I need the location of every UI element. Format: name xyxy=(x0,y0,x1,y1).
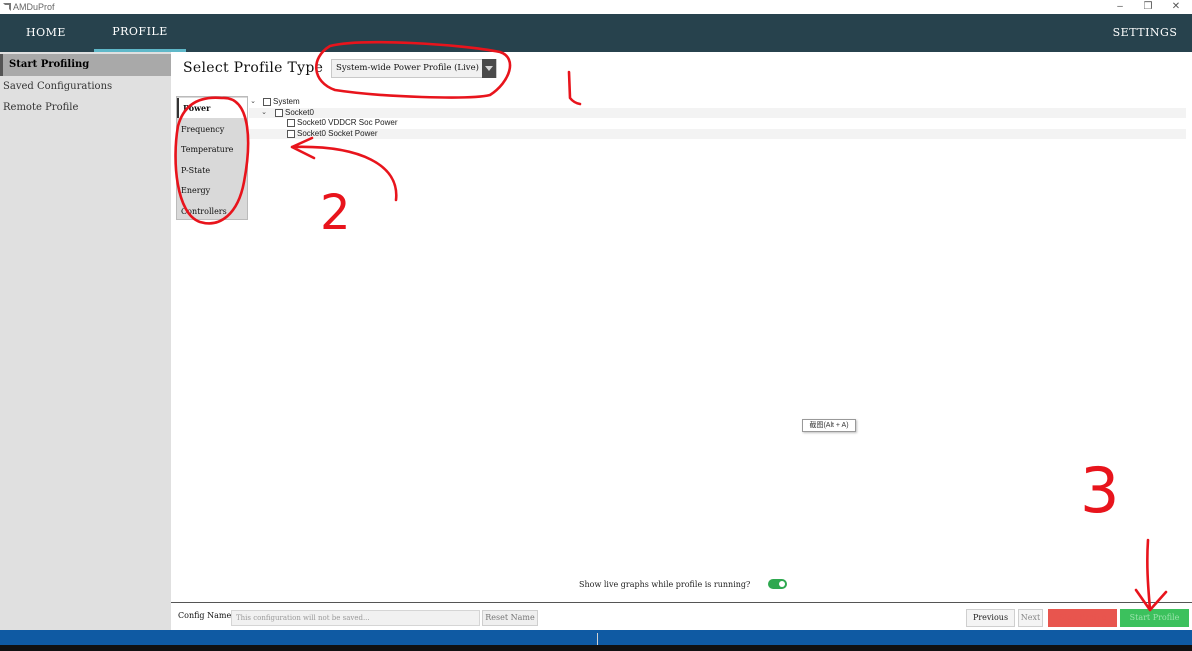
tree-row: Socket0 Socket Power xyxy=(249,128,1186,139)
sidebar: Start Profiling Saved Configurations Rem… xyxy=(0,52,171,630)
metric-tab-frequency[interactable]: Frequency xyxy=(177,120,247,140)
sidebar-item-remote-profile[interactable]: Remote Profile xyxy=(0,97,171,119)
profile-type-value: System-wide Power Profile (Live) xyxy=(336,63,479,73)
taskbar-divider xyxy=(597,633,598,645)
tree-checkbox[interactable] xyxy=(263,98,271,106)
config-name-input[interactable]: This configuration will not be saved... xyxy=(231,610,480,626)
tree-row: Socket0 VDDCR Soc Power xyxy=(249,118,1186,129)
window-title: AMDuProf xyxy=(13,2,55,12)
toggle-knob xyxy=(779,581,785,587)
main-panel: Select Profile Type System-wide Power Pr… xyxy=(171,52,1192,630)
tab-profile-label: PROFILE xyxy=(112,25,168,38)
tree-row: ⌄ Socket0 xyxy=(249,107,1186,119)
previous-button[interactable]: Previous xyxy=(966,609,1015,627)
sidebar-item-start-profiling[interactable]: Start Profiling xyxy=(0,54,171,76)
metric-tab-controllers[interactable]: Controllers xyxy=(177,202,247,222)
chevron-down-icon[interactable]: ⌄ xyxy=(249,97,257,108)
tree-row: ⌄ System xyxy=(249,97,1186,108)
metric-tab-energy[interactable]: Energy xyxy=(177,181,247,201)
footer-bar: Config Name This configuration will not … xyxy=(171,602,1192,630)
tree-checkbox[interactable] xyxy=(287,129,295,138)
minimize-button[interactable]: – xyxy=(1110,0,1130,14)
top-nav: HOME PROFILE SETTINGS xyxy=(0,14,1192,52)
chevron-down-icon[interactable]: ⌄ xyxy=(260,108,268,119)
counter-tree: ⌄ System ⌄ Socket0 Socket0 VDDCR Soc Pow… xyxy=(249,96,1186,141)
tree-checkbox[interactable] xyxy=(287,119,295,127)
metric-tab-temperature[interactable]: Temperature xyxy=(177,140,247,160)
metric-tabs: Power Frequency Temperature P-State Ener… xyxy=(176,96,248,220)
tab-home[interactable]: HOME xyxy=(20,14,72,52)
tab-profile[interactable]: PROFILE xyxy=(94,14,186,52)
reset-name-button[interactable]: Reset Name xyxy=(482,610,538,626)
window-title-bar: AMDuProf – ❒ ✕ xyxy=(0,0,1192,14)
app-logo-icon xyxy=(3,3,11,11)
next-button[interactable]: Next xyxy=(1018,609,1043,627)
profile-type-dropdown[interactable]: System-wide Power Profile (Live) xyxy=(331,59,497,78)
config-name-label: Config Name xyxy=(178,611,232,620)
screenshot-tooltip: 截图(Alt + A) xyxy=(802,419,856,432)
tree-checkbox[interactable] xyxy=(275,108,283,117)
chevron-down-icon[interactable] xyxy=(482,59,496,78)
tree-label: Socket0 VDDCR Soc Power xyxy=(297,118,398,127)
maximize-button[interactable]: ❒ xyxy=(1138,0,1158,14)
live-graphs-label: Show live graphs while profile is runnin… xyxy=(579,580,751,589)
start-profile-button[interactable]: Start Profile xyxy=(1120,609,1189,627)
sidebar-item-saved-configurations[interactable]: Saved Configurations xyxy=(0,76,171,98)
metric-tab-power[interactable]: Power xyxy=(177,98,247,118)
metric-tab-p-state[interactable]: P-State xyxy=(177,161,247,181)
close-button[interactable]: ✕ xyxy=(1166,0,1186,14)
tree-label: Socket0 xyxy=(285,107,314,117)
live-graphs-toggle[interactable] xyxy=(768,579,787,589)
stop-profile-button[interactable]: Stop Profile xyxy=(1048,609,1117,627)
select-profile-type-label: Select Profile Type xyxy=(183,60,324,76)
tree-label: System xyxy=(273,97,300,106)
tree-label: Socket0 Socket Power xyxy=(297,128,378,138)
taskbar-strip xyxy=(0,645,1192,651)
settings-link[interactable]: SETTINGS xyxy=(1110,14,1180,52)
